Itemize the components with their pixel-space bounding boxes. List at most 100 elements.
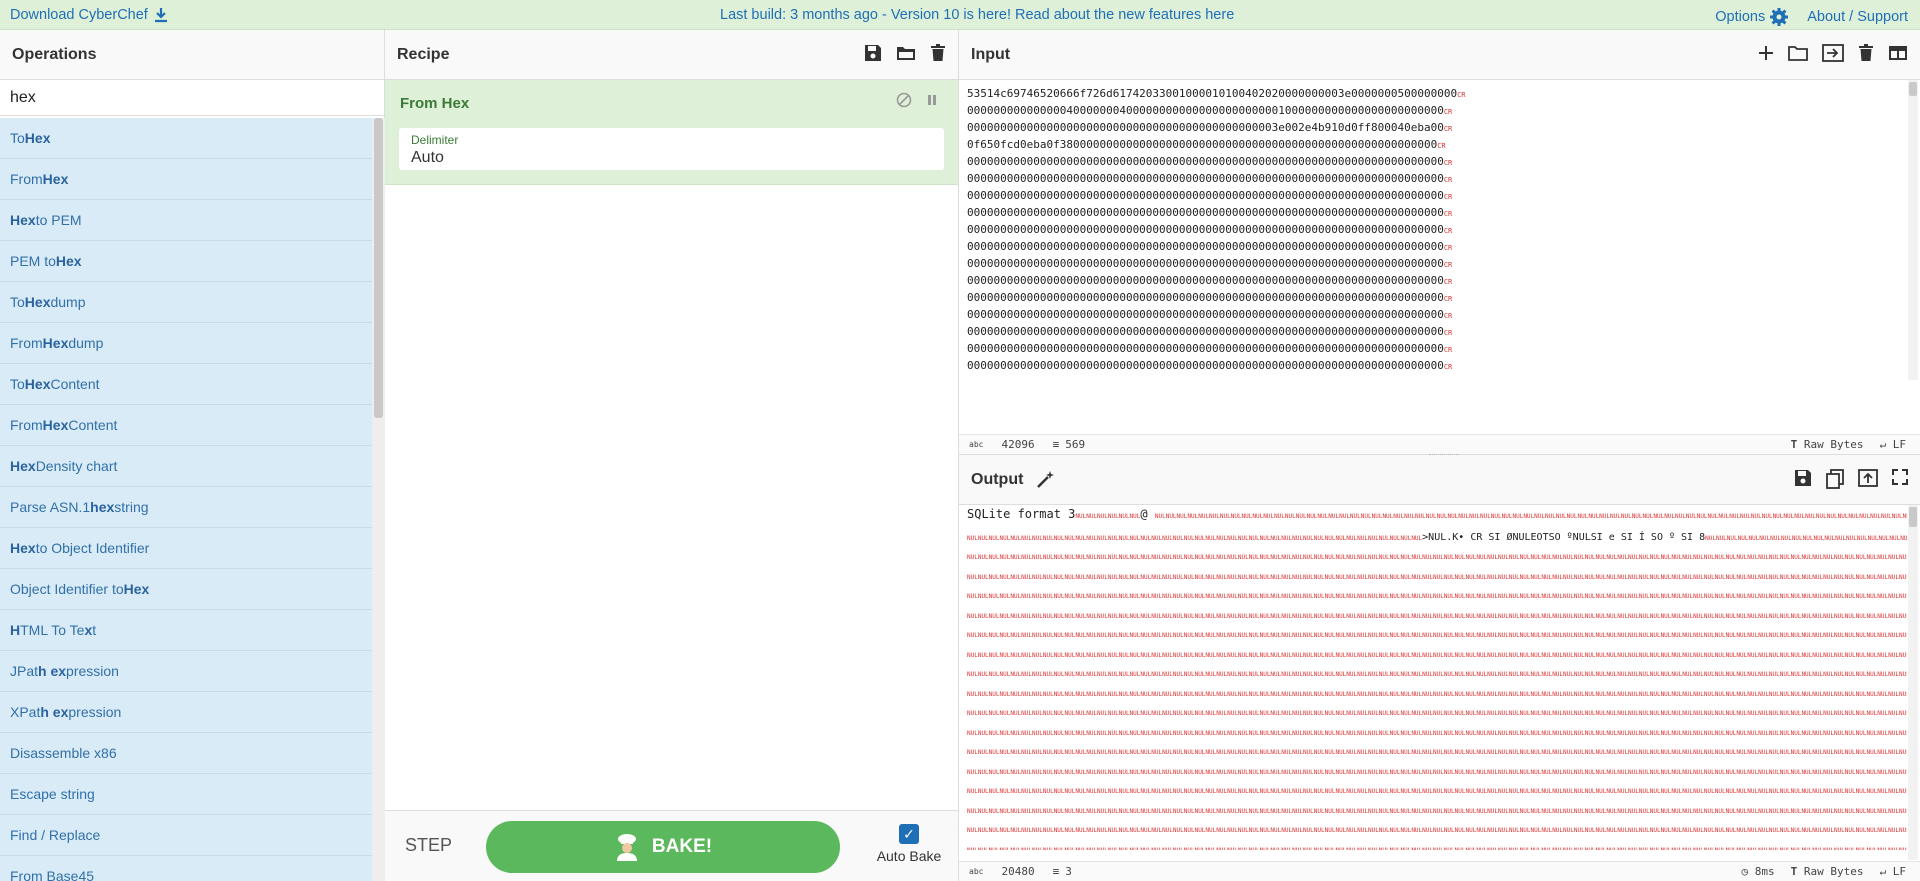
input-line: 0000000000000000000000000000000000000000… <box>967 325 1453 338</box>
input-textarea[interactable]: 53514c69746520666f726d617420330010000101… <box>967 86 1902 376</box>
clear-input-icon[interactable] <box>1858 44 1874 62</box>
output-scrollbar[interactable] <box>1908 505 1918 860</box>
output-null-line: NULNULNULNULNULNULNULNULNULNULNULNULNULN… <box>967 729 1907 737</box>
save-output-icon[interactable] <box>1794 469 1812 487</box>
maximize-icon[interactable] <box>1892 469 1908 485</box>
bake-button[interactable]: BAKE! <box>486 821 840 873</box>
disable-icon[interactable] <box>896 92 912 108</box>
operation-item[interactable]: To Hex <box>0 118 372 159</box>
operation-item[interactable]: From Base45 <box>0 856 372 881</box>
auto-bake-toggle[interactable]: ✓ Auto Bake <box>869 821 949 864</box>
output-eol[interactable]: ↵ LF <box>1880 865 1907 878</box>
operation-item[interactable]: Hex to Object Identifier <box>0 528 372 569</box>
operation-item[interactable]: Object Identifier to Hex <box>0 569 372 610</box>
operations-list: To Hex From Hex Hex to PEM PEM to Hex To Hex… <box>0 118 372 881</box>
bake-label[interactable]: BAKE! <box>652 836 712 858</box>
recipe-operation-from-hex[interactable]: From Hex Delimiter Auto <box>385 80 958 185</box>
download-link[interactable]: Download CyberChef <box>10 7 168 23</box>
save-icon[interactable] <box>864 44 882 62</box>
operation-item[interactable]: JPat h ex pression <box>0 651 372 692</box>
output-line-count: 3 <box>1065 865 1072 878</box>
output-textarea[interactable]: SQLite format 3NULNULNULNULNULNUL@ NULNU… <box>967 505 1907 850</box>
char-count-icon: abc <box>969 440 984 449</box>
io-panel: Input 53514c69746520666f726d617420330010… <box>959 30 1920 881</box>
options-label[interactable]: Options <box>1715 9 1765 25</box>
input-line: 0000000000000000000000000000000000000000… <box>967 121 1453 134</box>
input-line: 0000000000000000000000000000000000000000… <box>967 375 1902 376</box>
input-header: Input <box>959 30 1920 80</box>
input-scrollbar[interactable] <box>1908 80 1918 380</box>
output-null-line: NULNULNULNULNULNULNULNULNULNULNULNULNULN… <box>967 593 1907 600</box>
open-file-icon[interactable] <box>1822 44 1844 62</box>
open-folder-icon[interactable] <box>1788 44 1808 62</box>
input-line: 0000000000000000000000000000000000000000… <box>967 257 1453 270</box>
operation-item[interactable]: Escape string <box>0 774 372 815</box>
input-line: 0000000000000000000000000000000000000000… <box>967 155 1453 168</box>
trash-icon[interactable] <box>930 44 946 62</box>
output-line: NULNULNULNULNULNULNULNULNULNULNULNULNULN… <box>967 531 1907 543</box>
operation-item[interactable]: From Hex <box>0 159 372 200</box>
delimiter-field[interactable]: Delimiter Auto <box>399 128 944 170</box>
input-encoding[interactable]: T Raw Bytes <box>1791 438 1864 451</box>
input-line: 0000000000000000000000000000000000000000… <box>967 291 1453 304</box>
operation-item[interactable]: Find / Replace <box>0 815 372 856</box>
download-icon[interactable] <box>154 7 168 23</box>
input-line: 0000000000000000000000000000000000000000… <box>967 342 1453 355</box>
output-null-line: NULNULNULNULNULNULNULNULNULNULNULNULNULN… <box>967 827 1907 834</box>
operation-item[interactable]: Parse ASN.1 hex string <box>0 487 372 528</box>
operations-scrollbar[interactable] <box>372 118 385 881</box>
output-null-line: NULNULNULNULNULNULNULNULNULNULNULNULNULN… <box>967 671 1907 678</box>
output-null-line: NULNULNULNULNULNULNULNULNULNULNULNULNULN… <box>967 632 1907 639</box>
step-button[interactable]: STEP <box>405 835 452 856</box>
operation-item[interactable]: PEM to Hex <box>0 241 372 282</box>
auto-bake-label: Auto Bake <box>876 848 942 864</box>
auto-bake-checkbox[interactable]: ✓ <box>899 824 919 844</box>
operation-item[interactable]: XPat h ex pression <box>0 692 372 733</box>
layout-icon[interactable] <box>1888 44 1908 62</box>
delimiter-value[interactable]: Auto <box>411 149 932 167</box>
input-eol[interactable]: ↵ LF <box>1880 438 1907 451</box>
output-header: Output <box>959 455 1920 505</box>
output-null-line: NULNULNULNULNULNULNULNULNULNULNULNULNULN… <box>967 846 1907 851</box>
input-line: 0000000000000000000000000000000000000000… <box>967 274 1453 287</box>
output-status-bar: abc 20480 ≡ 3 ◷ 8ms T Raw Bytes ↵ LF <box>959 861 1920 881</box>
operations-search[interactable] <box>0 80 384 116</box>
pause-icon[interactable] <box>926 92 938 108</box>
operation-item[interactable]: From Hex dump <box>0 323 372 364</box>
output-null-line: NULNULNULNULNULNULNULNULNULNULNULNULNULN… <box>967 768 1907 776</box>
options-button[interactable]: Options <box>1715 7 1789 27</box>
output-title: Output <box>971 470 1024 488</box>
operation-item[interactable]: Hex to PEM <box>0 200 372 241</box>
recipe-op-name: From Hex <box>400 95 470 112</box>
search-input[interactable] <box>10 88 370 107</box>
about-support-link[interactable]: About / Support <box>1807 9 1908 25</box>
operation-item[interactable]: H TML To Te x t <box>0 610 372 651</box>
top-banner: Download CyberChef Last build: 3 months … <box>0 0 1920 30</box>
output-encoding[interactable]: T Raw Bytes <box>1791 865 1864 878</box>
operation-item[interactable]: Disassemble x86 <box>0 733 372 774</box>
recipe-panel: Recipe From Hex Delimiter Auto STEP BAKE… <box>385 30 959 881</box>
add-tab-icon[interactable] <box>1758 44 1774 62</box>
magic-wand-icon[interactable] <box>1035 470 1055 490</box>
clock-icon: ◷ <box>1741 865 1755 878</box>
text-icon: T <box>1790 438 1804 451</box>
copy-icon[interactable] <box>1826 469 1844 489</box>
output-null-line: NULNULNULNULNULNULNULNULNULNULNULNULNULN… <box>967 612 1907 620</box>
download-label[interactable]: Download CyberChef <box>10 7 148 23</box>
return-icon: ↵ <box>1879 438 1893 451</box>
gear-icon[interactable] <box>1769 7 1789 27</box>
build-notice[interactable]: Last build: 3 months ago - Version 10 is… <box>720 7 1234 23</box>
output-null-line: NULNULNULNULNULNULNULNULNULNULNULNULNULN… <box>967 651 1907 659</box>
replace-input-icon[interactable] <box>1858 469 1878 487</box>
output-panel: Output SQLite format 3NULNULNULNULNULNUL… <box>959 455 1920 881</box>
input-line: 0000000000000000000000000000000000000000… <box>967 359 1453 372</box>
output-null-line: NULNULNULNULNULNULNULNULNULNULNULNULNULN… <box>967 788 1907 795</box>
operation-item[interactable]: From Hex Content <box>0 405 372 446</box>
operation-item[interactable]: To Hex dump <box>0 282 372 323</box>
input-char-count: 42096 <box>1001 438 1035 451</box>
recipe-controls: STEP BAKE! ✓ Auto Bake <box>385 810 958 881</box>
output-null-line: NULNULNULNULNULNULNULNULNULNULNULNULNULN… <box>967 710 1907 717</box>
operation-item[interactable]: To Hex Content <box>0 364 372 405</box>
folder-icon[interactable] <box>896 44 916 62</box>
operation-item[interactable]: Hex Density chart <box>0 446 372 487</box>
